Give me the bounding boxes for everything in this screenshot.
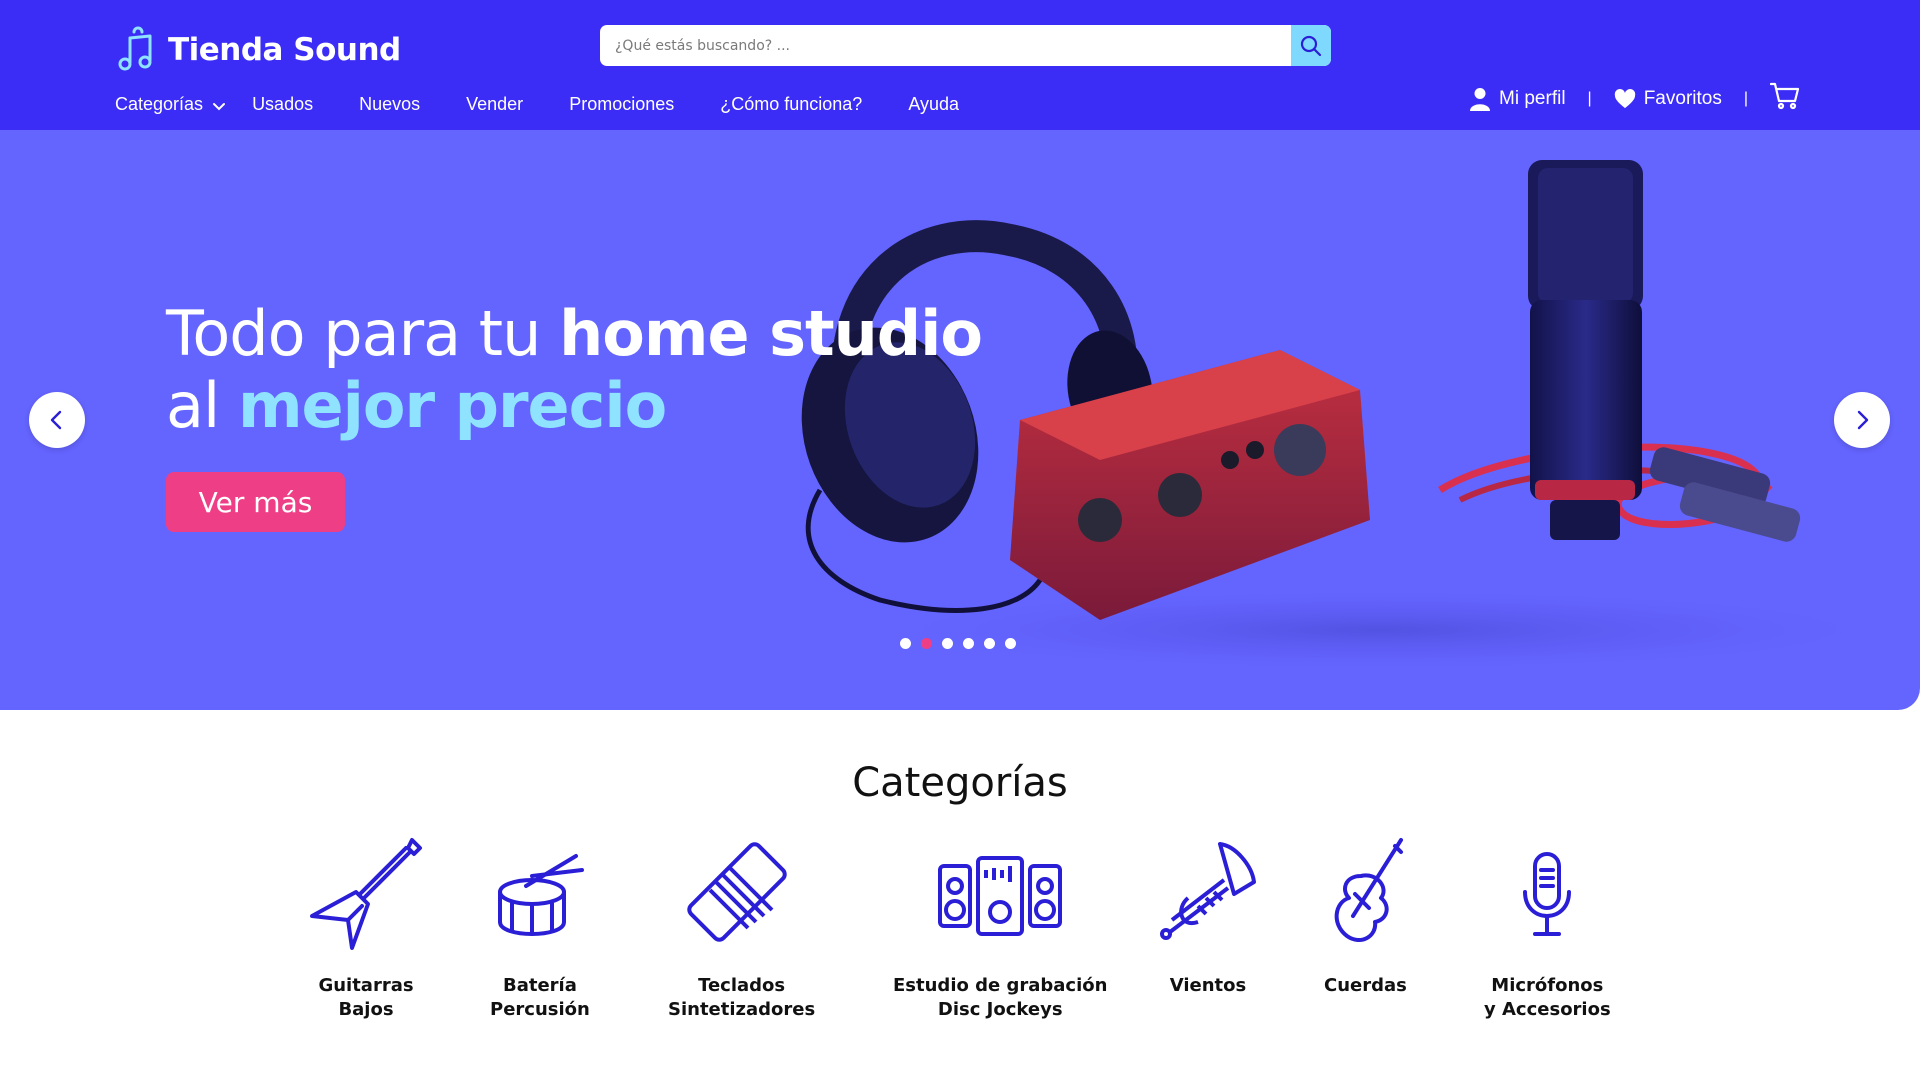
carousel-dot[interactable] bbox=[942, 638, 953, 649]
music-note-bag-icon bbox=[118, 26, 152, 71]
favorites-label: Favoritos bbox=[1643, 88, 1722, 109]
hero-headline-text: Todo para tu bbox=[166, 297, 560, 370]
category-microfonos[interactable]: Micrófonos y Accesorios bbox=[1484, 836, 1611, 1022]
categories-title: Categorías bbox=[852, 760, 1068, 806]
hero-carousel: Todo para tu home studio al mejor precio… bbox=[0, 130, 1920, 710]
hero-headline-text: al bbox=[166, 369, 238, 442]
nav-categorias-label: Categorías bbox=[115, 94, 204, 114]
nav-usados-label: Usados bbox=[252, 94, 314, 114]
nav-ayuda-label: Ayuda bbox=[908, 94, 960, 114]
nav-nuevos-label: Nuevos bbox=[359, 94, 421, 114]
cart-button[interactable] bbox=[1769, 82, 1800, 116]
hero-headline-line1: Todo para tu home studio bbox=[166, 297, 983, 370]
carousel-dot[interactable] bbox=[963, 638, 974, 649]
nav-promociones-label: Promociones bbox=[569, 94, 675, 114]
main-nav: Categorías Usados Nuevos Vender Promocio… bbox=[115, 94, 959, 115]
cart-icon bbox=[1769, 82, 1800, 110]
search-input[interactable] bbox=[600, 25, 1291, 66]
nav-promociones[interactable]: Promociones bbox=[569, 94, 674, 115]
category-label: Micrófonos y Accesorios bbox=[1484, 975, 1611, 1020]
category-label: Teclados Sintetizadores bbox=[668, 975, 816, 1020]
profile-label: Mi perfil bbox=[1499, 88, 1566, 109]
chevron-down-icon bbox=[213, 102, 226, 110]
nav-vender-label: Vender bbox=[466, 94, 524, 114]
category-teclados[interactable]: Teclados Sintetizadores bbox=[668, 836, 815, 1022]
nav-como-funciona[interactable]: ¿Cómo funciona? bbox=[720, 94, 862, 115]
microphone-icon bbox=[1523, 852, 1572, 936]
category-guitarras[interactable]: Guitarras Bajos bbox=[308, 836, 424, 1022]
separator: | bbox=[1743, 90, 1748, 107]
hero-headline-accent: mejor precio bbox=[237, 369, 667, 442]
category-label: Cuerdas bbox=[1324, 975, 1407, 996]
nav-ayuda[interactable]: Ayuda bbox=[908, 94, 959, 115]
nav-nuevos[interactable]: Nuevos bbox=[359, 94, 420, 115]
nav-vender[interactable]: Vender bbox=[466, 94, 523, 115]
category-bateria[interactable]: Batería Percusión bbox=[490, 836, 590, 1022]
category-label: Estudio de grabación Disc Jockeys bbox=[893, 975, 1108, 1020]
profile-link[interactable]: Mi perfil bbox=[1469, 87, 1566, 111]
logo[interactable]: Tienda Sound bbox=[116, 26, 401, 74]
hero-headline: Todo para tu home studio al mejor precio bbox=[166, 297, 983, 442]
heart-icon bbox=[1614, 89, 1635, 109]
carousel-prev-button[interactable] bbox=[29, 392, 85, 448]
site-header: Tienda Sound Categorías Usados Nuevos Ve… bbox=[0, 0, 1920, 130]
search-button[interactable] bbox=[1291, 25, 1331, 66]
studio-speakers-icon bbox=[938, 856, 1063, 936]
drum-icon bbox=[497, 854, 584, 936]
ver-mas-button[interactable]: Ver más bbox=[166, 472, 345, 532]
nav-como-funciona-label: ¿Cómo funciona? bbox=[720, 94, 863, 114]
chevron-right-icon bbox=[1857, 410, 1869, 430]
violin-icon bbox=[1335, 838, 1404, 942]
search-bar bbox=[600, 25, 1331, 66]
nav-categorias[interactable]: Categorías bbox=[115, 94, 226, 115]
category-estudio[interactable]: Estudio de grabación Disc Jockeys bbox=[893, 836, 1107, 1022]
search-icon bbox=[1300, 35, 1322, 56]
guitar-icon bbox=[310, 838, 422, 950]
category-cuerdas[interactable]: Cuerdas bbox=[1324, 836, 1407, 998]
carousel-dot[interactable] bbox=[984, 638, 995, 649]
chevron-left-icon bbox=[50, 410, 62, 430]
carousel-dot[interactable] bbox=[900, 638, 911, 649]
user-menu: Mi perfil | Favoritos | bbox=[1469, 82, 1800, 116]
trumpet-icon bbox=[1160, 842, 1256, 940]
carousel-dots bbox=[900, 638, 1026, 649]
carousel-next-button[interactable] bbox=[1834, 392, 1890, 448]
hero-headline-emphasis: home studio bbox=[559, 297, 983, 370]
user-icon bbox=[1470, 88, 1491, 111]
nav-usados[interactable]: Usados bbox=[252, 94, 313, 115]
category-label: Batería Percusión bbox=[490, 975, 590, 1020]
category-label: Guitarras Bajos bbox=[318, 975, 414, 1020]
category-vientos[interactable]: Vientos bbox=[1158, 836, 1258, 998]
separator: | bbox=[1587, 90, 1592, 107]
category-label: Vientos bbox=[1169, 975, 1247, 996]
favorites-link[interactable]: Favoritos bbox=[1614, 87, 1722, 111]
brand-name: Tienda Sound bbox=[168, 32, 401, 68]
carousel-dot[interactable] bbox=[1005, 638, 1016, 649]
hero-headline-line2: al mejor precio bbox=[166, 370, 982, 442]
carousel-dot-active[interactable] bbox=[921, 638, 932, 649]
keyboard-icon bbox=[686, 842, 787, 942]
